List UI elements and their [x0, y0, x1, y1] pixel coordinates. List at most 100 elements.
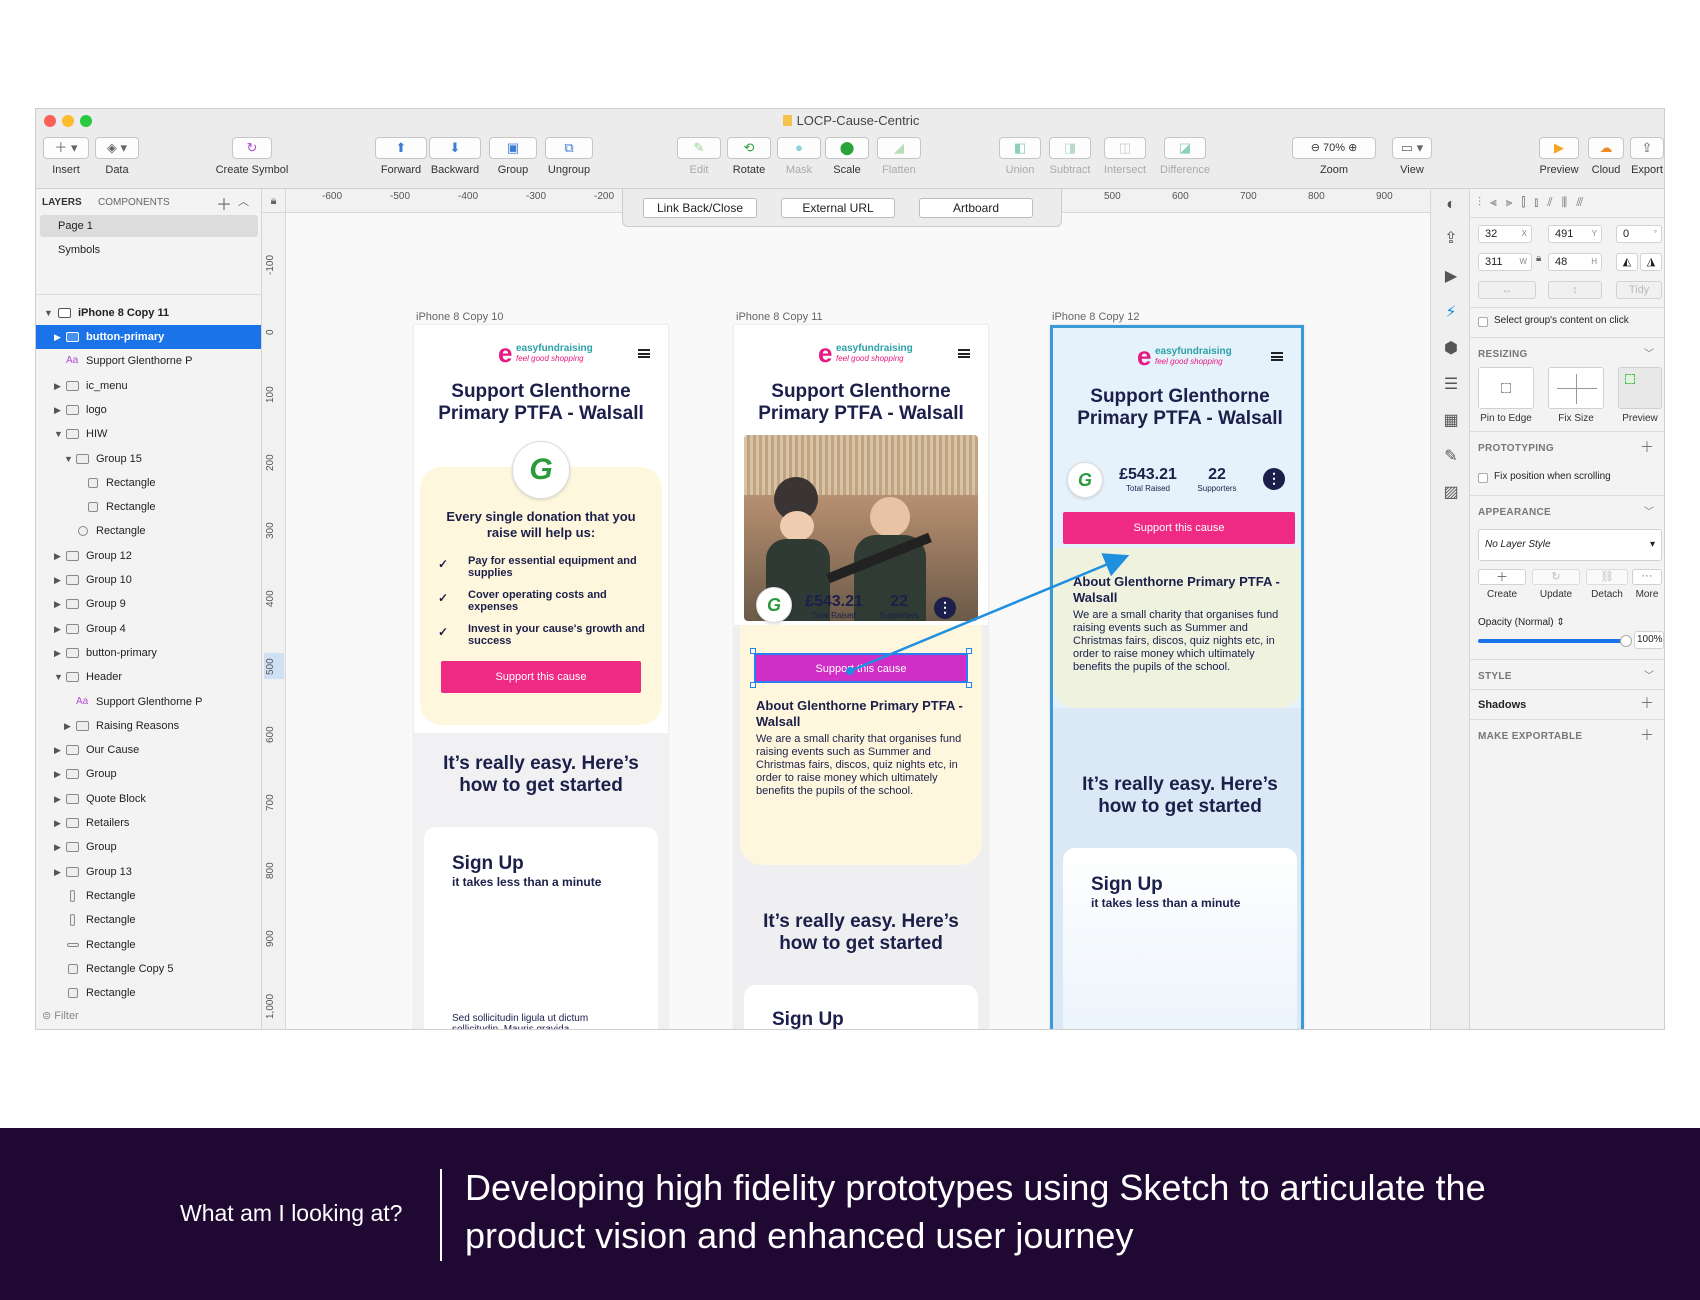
insert-tool[interactable]: ＋ ▾ Insert — [42, 137, 90, 176]
create-symbol-button[interactable]: ↻ Create Symbol — [212, 137, 292, 176]
detach-style-icon[interactable]: ⛓ — [1586, 569, 1628, 585]
close-window-button[interactable] — [44, 115, 56, 127]
select-group-checkbox[interactable] — [1478, 317, 1488, 327]
y-position-field[interactable]: 491 Y — [1548, 225, 1602, 243]
disclosure-right-icon[interactable]: ▶ — [64, 714, 71, 738]
components-icon[interactable]: ▦ — [1441, 411, 1461, 431]
disclosure-right-icon[interactable]: ▶ — [54, 738, 61, 762]
backward-button[interactable]: ⬇ Backward — [428, 137, 482, 176]
play-icon[interactable]: ▶ — [1441, 267, 1461, 287]
add-prototyping-icon[interactable]: ＋ — [1640, 437, 1654, 457]
tidy-button[interactable]: Tidy — [1616, 281, 1662, 299]
more-icon[interactable]: ··· — [1632, 569, 1662, 585]
stepper-icon[interactable]: ⇕ — [1556, 617, 1564, 628]
layer-item[interactable]: ▶ Retailers — [36, 811, 261, 835]
mask-button[interactable]: ● Mask — [776, 137, 822, 176]
disclosure-right-icon[interactable]: ▶ — [54, 325, 61, 349]
edit-button[interactable]: ✎ Edit — [676, 137, 722, 176]
flip-horizontal-icon[interactable]: ◭ — [1616, 253, 1638, 271]
spacing-horizontal-field[interactable]: ↔ — [1478, 281, 1536, 299]
layer-item[interactable]: Rectangle — [36, 933, 261, 957]
layer-item[interactable]: ▼ HIW — [36, 422, 261, 446]
layer-item[interactable]: Aa Support Glenthorne P — [36, 690, 261, 714]
data-tool[interactable]: ◈ ▾ Data — [94, 137, 140, 176]
opacity-slider[interactable] — [1478, 639, 1628, 643]
flatten-button[interactable]: ◢ Flatten — [872, 137, 926, 176]
disclosure-right-icon[interactable]: ▶ — [54, 762, 61, 786]
chevron-down-icon[interactable]: ﹀ — [1644, 667, 1654, 682]
lock-ratio-icon[interactable]: 🔒︎ — [1536, 253, 1541, 264]
layer-item[interactable]: Rectangle — [36, 519, 261, 543]
tab-components[interactable]: COMPONENTS — [98, 197, 170, 208]
fix-position-checkbox[interactable] — [1478, 473, 1488, 483]
plugin-hexagon-icon[interactable]: ⬢ — [1441, 339, 1461, 359]
contrast-icon[interactable]: ◐ — [1441, 195, 1461, 215]
layer-style-select[interactable]: No Layer Style ▾ — [1478, 529, 1662, 561]
spacing-vertical-field[interactable]: ↕ — [1548, 281, 1602, 299]
maximize-window-button[interactable] — [80, 115, 92, 127]
layer-item[interactable]: ▶ button-primary — [36, 641, 261, 665]
disclosure-right-icon[interactable]: ▶ — [54, 617, 61, 641]
layer-item[interactable]: Rectangle — [36, 495, 261, 519]
artboard-layer[interactable]: ▼ iPhone 8 Copy 11 — [36, 301, 261, 325]
add-shadow-icon[interactable]: ＋ — [1640, 693, 1654, 713]
layer-item[interactable]: ▼ Header — [36, 665, 261, 689]
image-icon[interactable]: ▨ — [1441, 483, 1461, 503]
chevron-down-icon[interactable]: ﹀ — [1644, 503, 1654, 518]
disclosure-right-icon[interactable]: ▶ — [54, 592, 61, 616]
disclosure-down-icon[interactable]: ▼ — [64, 447, 73, 471]
layer-item[interactable]: ▶ Our Cause — [36, 738, 261, 762]
disclosure-right-icon[interactable]: ▶ — [54, 811, 61, 835]
disclosure-right-icon[interactable]: ▶ — [54, 641, 61, 665]
disclosure-right-icon[interactable]: ▶ — [54, 860, 61, 884]
subtract-button[interactable]: ◨ Subtract — [1044, 137, 1096, 176]
minimize-window-button[interactable] — [62, 115, 74, 127]
layer-item[interactable]: Rectangle — [36, 471, 261, 495]
fix-size-widget[interactable] — [1548, 367, 1604, 409]
disclosure-right-icon[interactable]: ▶ — [54, 787, 61, 811]
flip-vertical-icon[interactable]: ◮ — [1640, 253, 1662, 271]
align-toolbar-icons[interactable]: ⫶⫷⫸⫿⫾⫽⫼⫻ — [1478, 195, 1662, 211]
intersect-button[interactable]: ◫ Intersect — [1098, 137, 1152, 176]
rotate-button[interactable]: ⟲ Rotate — [724, 137, 774, 176]
layer-item[interactable]: ▶ Raising Reasons — [36, 714, 261, 738]
disclosure-right-icon[interactable]: ▶ — [54, 398, 61, 422]
rotation-field[interactable]: 0 ° — [1616, 225, 1662, 243]
disclosure-down-icon[interactable]: ▼ — [54, 665, 63, 689]
layer-item[interactable]: ▶ Group 12 — [36, 544, 261, 568]
preview-button[interactable]: ▶ Preview — [1536, 137, 1582, 176]
create-style-icon[interactable]: ＋ — [1478, 569, 1526, 585]
group-button[interactable]: ▣ Group — [488, 137, 538, 176]
prototype-bolt-icon[interactable]: ⚡︎ — [1441, 303, 1461, 323]
add-page-icon[interactable]: ＋ — [216, 191, 232, 215]
opacity-field[interactable]: 100% — [1634, 631, 1664, 649]
layer-item[interactable]: ▶ Group 13 — [36, 860, 261, 884]
page-item[interactable]: Symbols — [58, 244, 100, 256]
layer-item[interactable]: ▶ button-primary — [36, 325, 261, 349]
union-button[interactable]: ◧ Union — [998, 137, 1042, 176]
layer-item[interactable]: Rectangle — [36, 884, 261, 908]
disclosure-right-icon[interactable]: ▶ — [54, 568, 61, 592]
width-field[interactable]: 311 W — [1478, 253, 1532, 271]
filter-field[interactable]: ⊜ Filter — [42, 1009, 79, 1022]
layer-item[interactable]: ▶ Group 9 — [36, 592, 261, 616]
disclosure-right-icon[interactable]: ▶ — [54, 835, 61, 859]
add-export-icon[interactable]: ＋ — [1640, 725, 1654, 745]
layer-item[interactable]: ▶ Group — [36, 835, 261, 859]
export-button[interactable]: ⇪ Export — [1630, 137, 1664, 176]
difference-button[interactable]: ◪ Difference — [1154, 137, 1216, 176]
chevron-down-icon[interactable]: ﹀ — [1644, 345, 1654, 360]
opacity-slider-knob[interactable] — [1620, 635, 1632, 647]
scale-button[interactable]: ⬤ Scale — [824, 137, 870, 176]
zoom-control[interactable]: ⊖ 70% ⊕ Zoom — [1292, 137, 1376, 176]
share-icon[interactable]: ⇪ — [1441, 229, 1461, 249]
edit-frame-icon[interactable]: ✎ — [1441, 447, 1461, 467]
layer-item[interactable]: Rectangle — [36, 981, 261, 1005]
collapse-pages-icon[interactable]: ︿ — [238, 193, 249, 209]
ungroup-button[interactable]: ⧉ Ungroup — [542, 137, 596, 176]
disclosure-down-icon[interactable]: ▼ — [54, 422, 63, 446]
layer-item[interactable]: Rectangle Copy 5 — [36, 957, 261, 981]
zoom-out-icon[interactable]: ⊖ — [1311, 142, 1320, 154]
layer-item[interactable]: Aa Support Glenthorne P — [36, 349, 261, 373]
disclosure-right-icon[interactable]: ▶ — [54, 544, 61, 568]
